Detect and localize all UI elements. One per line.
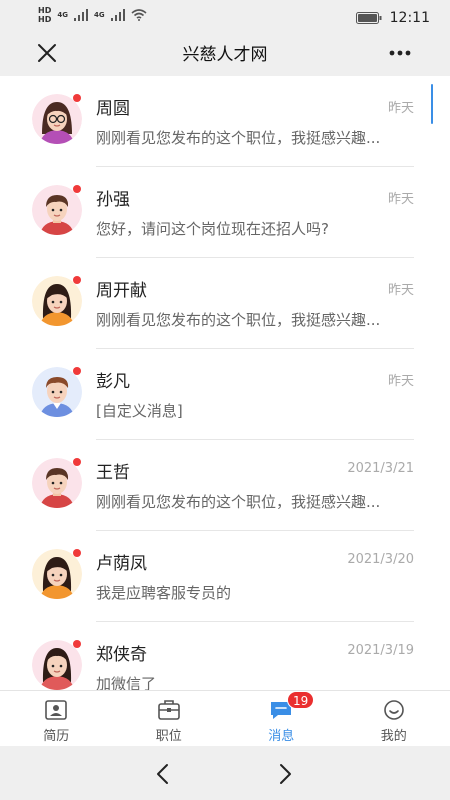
message-preview: 您好，请问这个岗位现在还招人吗? [96,220,329,238]
hd-label: HD [38,6,52,15]
message-preview: 刚刚看见您发布的这个职位，我挺感兴趣... [96,129,381,147]
tab-resume[interactable]: 简历 [0,691,113,746]
status-right: 12:11 [355,10,430,26]
tab-profile[interactable]: 我的 [338,691,450,746]
browser-nav-bar [0,746,450,800]
conversation-item[interactable]: 孙强 昨天 您好，请问这个岗位现在还招人吗? [0,167,450,258]
tab-label: 消息 [268,729,295,744]
hd-indicator: HD HD [38,6,51,24]
unread-count-badge: 19 [287,691,315,709]
contact-name: 周圆 [96,99,130,119]
unread-dot [73,640,81,648]
briefcase-icon [157,700,180,720]
message-preview: [自定义消息] [96,402,183,420]
conversation-item[interactable]: 王哲 2021/3/21 刚刚看见您发布的这个职位，我挺感兴趣... [0,440,450,531]
conversation-item[interactable]: 彭凡 昨天 [自定义消息] [0,349,450,440]
network-label: 4G [93,11,105,19]
tab-label: 职位 [155,729,182,744]
message-time: 昨天 [387,374,414,389]
message-preview: 我是应聘客服专员的 [96,584,232,602]
message-preview: 刚刚看见您发布的这个职位，我挺感兴趣... [96,311,381,329]
tab-label: 简历 [43,729,70,744]
message-time: 昨天 [387,283,414,298]
hd-label: HD [38,15,52,24]
contact-name: 孙强 [96,190,130,210]
message-time: 2021/3/21 [347,461,414,476]
page-title: 兴慈人才网 [182,45,268,65]
signal-icon [73,9,88,21]
contact-name: 卢荫凤 [96,554,147,574]
unread-dot [73,367,81,375]
message-time: 2021/3/20 [347,552,414,567]
conversation-item[interactable]: 郑侠奇 2021/3/19 加微信了 [0,622,450,690]
more-icon[interactable] [386,42,414,64]
tab-jobs[interactable]: 职位 [113,691,226,746]
unread-dot [73,94,81,102]
tab-label: 我的 [380,729,407,744]
unread-dot [73,458,81,466]
tab-messages[interactable]: 消息 19 [225,691,338,746]
conversation-item[interactable]: 周圆 昨天 刚刚看见您发布的这个职位，我挺感兴趣... [0,76,450,167]
status-bar: HD HD 4G 4G 12:11 [0,0,450,34]
resume-icon [45,700,68,720]
contact-name: 郑侠奇 [96,645,147,665]
contact-name: 周开献 [96,281,147,301]
contact-name: 王哲 [96,463,130,483]
profile-icon [383,700,404,720]
battery-icon [355,12,382,24]
unread-dot [73,549,81,557]
conversation-item[interactable]: 卢荫凤 2021/3/20 我是应聘客服专员的 [0,531,450,622]
chevron-right-icon[interactable] [275,762,295,786]
message-preview: 刚刚看见您发布的这个职位，我挺感兴趣... [96,493,381,511]
title-bar: 兴慈人才网 [0,34,450,76]
contact-name: 彭凡 [96,372,130,392]
signal-icon [110,9,125,21]
network-label: 4G [57,11,68,19]
chevron-left-icon[interactable] [153,762,173,786]
unread-dot [73,276,81,284]
conversation-list[interactable]: 周圆 昨天 刚刚看见您发布的这个职位，我挺感兴趣... 孙强 昨天 您好，请问这… [0,76,450,690]
clock: 12:11 [389,10,430,26]
unread-dot [73,185,81,193]
message-time: 昨天 [387,101,414,116]
conversation-item[interactable]: 周开献 昨天 刚刚看见您发布的这个职位，我挺感兴趣... [0,258,450,349]
wifi-icon [131,9,147,21]
bottom-tab-bar: 简历 职位 消息 19 我的 [0,690,450,746]
status-left: HD HD 4G 4G [38,6,147,24]
message-time: 昨天 [387,192,414,207]
message-time: 2021/3/19 [347,643,414,658]
message-preview: 加微信了 [96,675,157,690]
